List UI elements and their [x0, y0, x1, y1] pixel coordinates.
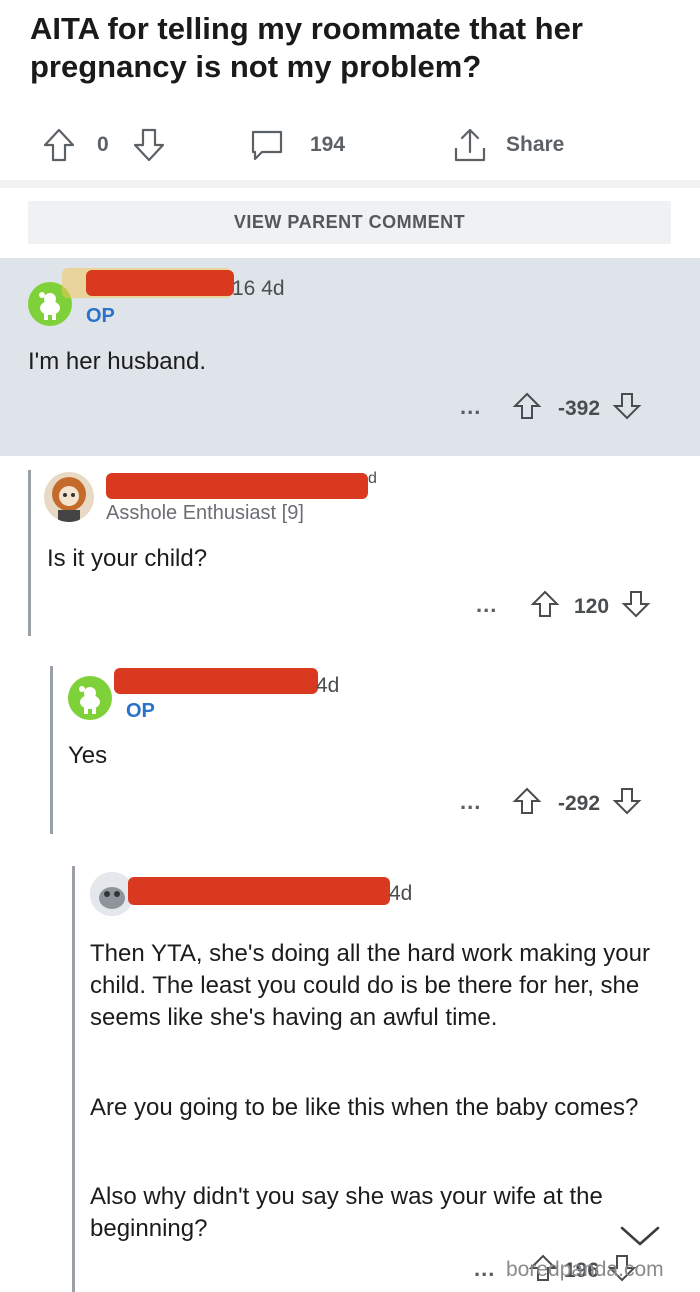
arrow-up-icon[interactable]	[530, 589, 560, 625]
more-options-button[interactable]: ...	[460, 789, 481, 815]
collapse-button[interactable]	[612, 1214, 668, 1258]
comment-timestamp: 4d	[316, 674, 340, 697]
view-parent-comment-button[interactable]: VIEW PARENT COMMENT	[28, 201, 671, 244]
arrow-up-icon[interactable]	[512, 391, 542, 427]
more-options-button[interactable]: ...	[460, 394, 481, 420]
share-icon	[452, 126, 488, 164]
thread-line[interactable]	[28, 470, 31, 636]
comment-body: I'm her husband.	[28, 348, 207, 375]
arrow-down-icon[interactable]	[612, 391, 642, 427]
comments-button[interactable]: 194	[248, 112, 345, 178]
op-badge: OP	[126, 700, 155, 722]
post-upvote-button[interactable]	[42, 112, 76, 178]
share-label: Share	[506, 133, 565, 156]
comment-vote-row: -392	[512, 391, 642, 427]
section-divider	[0, 180, 700, 188]
comment-vote-row: 120	[530, 589, 651, 625]
redacted-username	[128, 877, 390, 905]
watermark: boredpanda.com	[506, 1258, 664, 1281]
post-downvote-button[interactable]	[132, 112, 166, 178]
comment-score: -392	[558, 397, 601, 420]
arrow-up-icon	[42, 127, 76, 163]
comment-score: 120	[574, 595, 610, 618]
comment-score: -292	[558, 792, 601, 815]
post-title: AITA for telling my roommate that her pr…	[30, 11, 583, 84]
comments-count: 194	[310, 133, 346, 156]
op-badge: OP	[86, 305, 115, 327]
arrow-down-icon[interactable]	[612, 786, 642, 822]
comment-body: Is it your child?	[47, 545, 208, 572]
comment-timestamp: 4d	[389, 882, 413, 905]
redacted-username	[106, 473, 368, 499]
snoo-avatar-icon[interactable]	[68, 676, 112, 720]
comment-paragraph: Also why didn't you say she was your wif…	[90, 1183, 603, 1242]
comment-vote-row: -292	[512, 786, 642, 822]
comment-timestamp: d	[368, 470, 377, 487]
redacted-username	[86, 270, 234, 296]
more-options-button[interactable]: ...	[476, 592, 497, 618]
user-avatar[interactable]	[44, 472, 94, 522]
post-action-bar: 0 194 Share	[0, 112, 700, 178]
redacted-username	[114, 668, 318, 694]
arrow-down-icon	[132, 127, 166, 163]
share-button[interactable]: Share	[452, 112, 564, 178]
comment-paragraph: Are you going to be like this when the b…	[90, 1094, 639, 1121]
user-flair: Asshole Enthusiast [9]	[106, 502, 304, 524]
comment-bubble-icon	[248, 127, 286, 163]
arrow-down-icon[interactable]	[621, 589, 651, 625]
comment-paragraph: Then YTA, she's doing all the hard work …	[90, 940, 650, 1031]
arrow-up-icon[interactable]	[512, 786, 542, 822]
comment-timestamp: 16 4d	[232, 277, 285, 300]
more-options-button[interactable]: ...	[474, 1256, 495, 1282]
thread-line[interactable]	[72, 866, 75, 1292]
post-vote-count: 0	[97, 133, 109, 156]
comment-body: Yes	[68, 742, 108, 769]
thread-line[interactable]	[50, 666, 53, 834]
